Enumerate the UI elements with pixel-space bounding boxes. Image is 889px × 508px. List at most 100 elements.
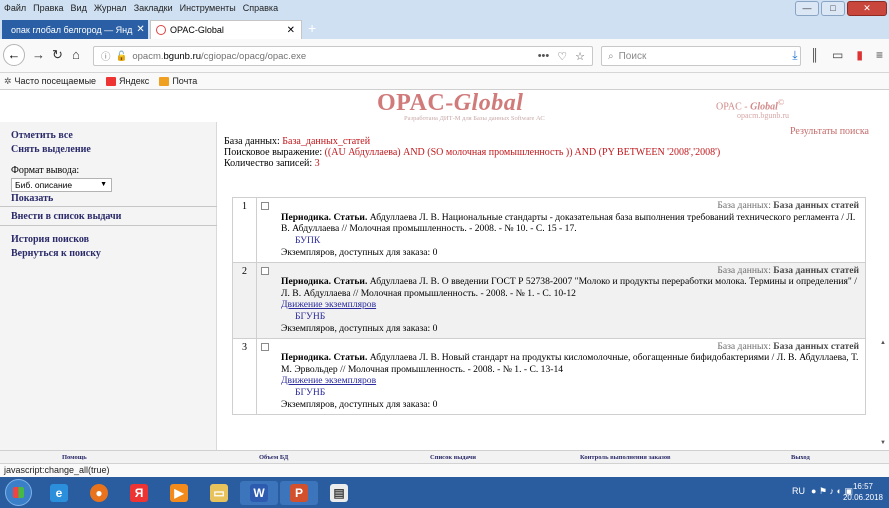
search-input[interactable]: ⌕ Поиск (601, 46, 801, 66)
download-icon[interactable]: ⤓ (792, 48, 797, 63)
hamburger-menu-icon[interactable]: ≡ (876, 48, 883, 63)
firefox-icon[interactable]: ● (80, 481, 118, 505)
menu-bookmarks[interactable]: Закладки (134, 3, 173, 13)
tab-bar: опак глобал белгород — Янд ✕ OPAC-Global… (0, 18, 889, 39)
chevron-down-icon: ▼ (100, 181, 107, 188)
tab-opac-global[interactable]: OPAC-Global ✕ (150, 20, 302, 39)
sidebar-divider (0, 225, 217, 226)
maximize-button[interactable]: □ (821, 1, 845, 16)
menu-help[interactable]: Справка (243, 3, 278, 13)
record-description: Периодика. Статьи. Абдуллаева Л. В. О вв… (281, 276, 857, 299)
record-library[interactable]: БУПК (295, 235, 859, 247)
back-arrow-icon[interactable]: ← (3, 44, 25, 66)
page-header: OPAC-Global Разработана ДИТ-М для Базы д… (0, 90, 889, 122)
record-checkbox[interactable] (261, 202, 269, 210)
deselect-link[interactable]: Снять выделение (11, 144, 91, 155)
media-icon[interactable]: ▶ (160, 481, 198, 505)
copies-movement-link[interactable]: Движение экземпляров (281, 375, 376, 386)
gear-icon: ✲ (4, 75, 12, 86)
footer-order-control-link[interactable]: Контроль выполнения заказов (580, 454, 670, 461)
mail-icon (159, 76, 170, 86)
record-checkbox[interactable] (261, 342, 269, 351)
pocket-icon[interactable]: ♡ (557, 50, 567, 63)
record-number: 3 (233, 338, 257, 414)
copies-movement-link[interactable]: Движение экземпляров (281, 299, 376, 310)
language-indicator[interactable]: RU (792, 486, 805, 497)
reload-icon[interactable]: ↻ (52, 47, 63, 63)
forward-arrow-icon[interactable]: → (32, 47, 45, 63)
opac-favicon-icon (156, 25, 166, 35)
minimize-button[interactable]: — (795, 1, 819, 16)
record-copies: Экземпляров, доступных для заказа: 0 (281, 323, 438, 334)
url-bar[interactable]: ⓘ 🔓 opacm.bgunb.ru/cgiopac/opacg/opac.ex… (93, 46, 593, 66)
select-all-link[interactable]: Отметить все (11, 130, 73, 141)
sidebar-icon[interactable]: ▭ (832, 48, 843, 63)
home-icon[interactable]: ⌂ (72, 47, 80, 63)
bookmark-mail[interactable]: Почта (159, 76, 197, 86)
search-history-link[interactable]: История поисков (11, 234, 89, 245)
page-scrollbar[interactable]: ▲ ▼ (880, 340, 887, 446)
record-database: База данных: База данных статей (717, 200, 859, 211)
results-table: 1 База данных: База данных статей Период… (232, 197, 866, 415)
scroll-up-icon[interactable]: ▲ (880, 340, 886, 346)
status-bar: javascript:change_all(true) (0, 463, 889, 477)
footer-nav: Помощь Объем БД Список выдачи Контроль в… (0, 450, 889, 463)
new-tab-icon[interactable]: + (308, 21, 316, 35)
window-controls: — □ ✕ (795, 1, 887, 16)
url-text[interactable]: opacm.bgunb.ru/cgiopac/opacg/opac.exe (132, 51, 306, 62)
result-row: 1 База данных: База данных статей Период… (233, 198, 865, 263)
add-to-list-link[interactable]: Внести в список выдачи (11, 211, 121, 222)
record-number: 2 (233, 262, 257, 338)
close-tab-icon[interactable]: ✕ (287, 25, 295, 36)
record-copies: Экземпляров, доступных для заказа: 0 (281, 399, 438, 410)
bookmark-most-visited[interactable]: ✲ Часто посещаемые (4, 76, 96, 87)
close-tab-icon[interactable]: ✕ (136, 24, 144, 35)
result-row: 3 База данных: База данных статей Период… (233, 338, 865, 414)
navigation-bar: ← → ↻ ⌂ ⓘ 🔓 opacm.bgunb.ru/cgiopac/opacg… (0, 39, 889, 73)
folder-icon[interactable]: ▭ (200, 481, 238, 505)
footer-issue-list-link[interactable]: Список выдачи (430, 454, 476, 461)
bookmark-star-icon[interactable]: ☆ (575, 50, 585, 63)
footer-db-size-link[interactable]: Объем БД (259, 454, 288, 461)
extension-icon[interactable]: ▮ (856, 48, 863, 63)
close-window-button[interactable]: ✕ (847, 1, 887, 16)
info-icon[interactable]: ⓘ (101, 49, 111, 63)
menu-tools[interactable]: Инструменты (180, 3, 236, 13)
sidebar: Отметить все Снять выделение Формат выво… (0, 122, 217, 450)
output-format-label: Формат вывода: (11, 165, 80, 176)
library-icon[interactable]: ║ (811, 48, 820, 63)
query-info: База данных: База_данных_статей Поисково… (224, 136, 720, 169)
record-library[interactable]: БГУНБ (295, 387, 859, 399)
logo-subtitle: Разработана ДИТ-М для Базы данных Softwa… (404, 115, 545, 122)
footer-help-link[interactable]: Помощь (62, 454, 87, 461)
scroll-down-icon[interactable]: ▼ (880, 440, 886, 446)
footer-exit-link[interactable]: Выход (791, 454, 810, 461)
menu-file[interactable]: Файл (4, 3, 26, 13)
document-icon[interactable]: ▤ (320, 481, 358, 505)
record-checkbox[interactable] (261, 266, 269, 275)
tab-yandex-search[interactable]: опак глобал белгород — Янд ✕ (2, 20, 148, 39)
window-titlebar: Файл Правка Вид Журнал Закладки Инструме… (0, 0, 889, 18)
record-number: 1 (233, 198, 257, 262)
menu-view[interactable]: Вид (71, 3, 87, 13)
results-title: Результаты поиска (789, 126, 869, 137)
back-to-search-link[interactable]: Вернуться к поиску (11, 248, 101, 259)
output-format-select[interactable]: Биб. описание ▼ (11, 178, 112, 192)
database-line: База данных: База_данных_статей (224, 136, 371, 147)
yandex-browser-icon[interactable]: Я (120, 481, 158, 505)
page-actions-icon[interactable]: ••• (538, 50, 550, 63)
record-database: База данных: База данных статей (717, 340, 859, 352)
menu-history[interactable]: Журнал (94, 3, 127, 13)
record-library[interactable]: БГУНБ (295, 311, 859, 323)
bookmark-yandex[interactable]: Яндекс (106, 76, 149, 86)
start-button[interactable] (5, 479, 32, 506)
powerpoint-icon[interactable]: P (280, 481, 318, 505)
clock[interactable]: 16:57 20.06.2018 (843, 481, 883, 503)
taskbar: e ● Я ▶ ▭ W P ▤ RU ● ⚑ ♪ ◐ ▣ 16:57 20.06… (0, 477, 889, 508)
query-line: Поисковое выражение: ((AU Абдуллаева) AN… (224, 147, 721, 158)
menu-edit[interactable]: Правка (33, 3, 63, 13)
ie-icon[interactable]: e (40, 481, 78, 505)
word-icon[interactable]: W (240, 481, 278, 505)
opac-logo: OPAC-Global (377, 90, 524, 116)
show-link[interactable]: Показать (11, 193, 53, 204)
